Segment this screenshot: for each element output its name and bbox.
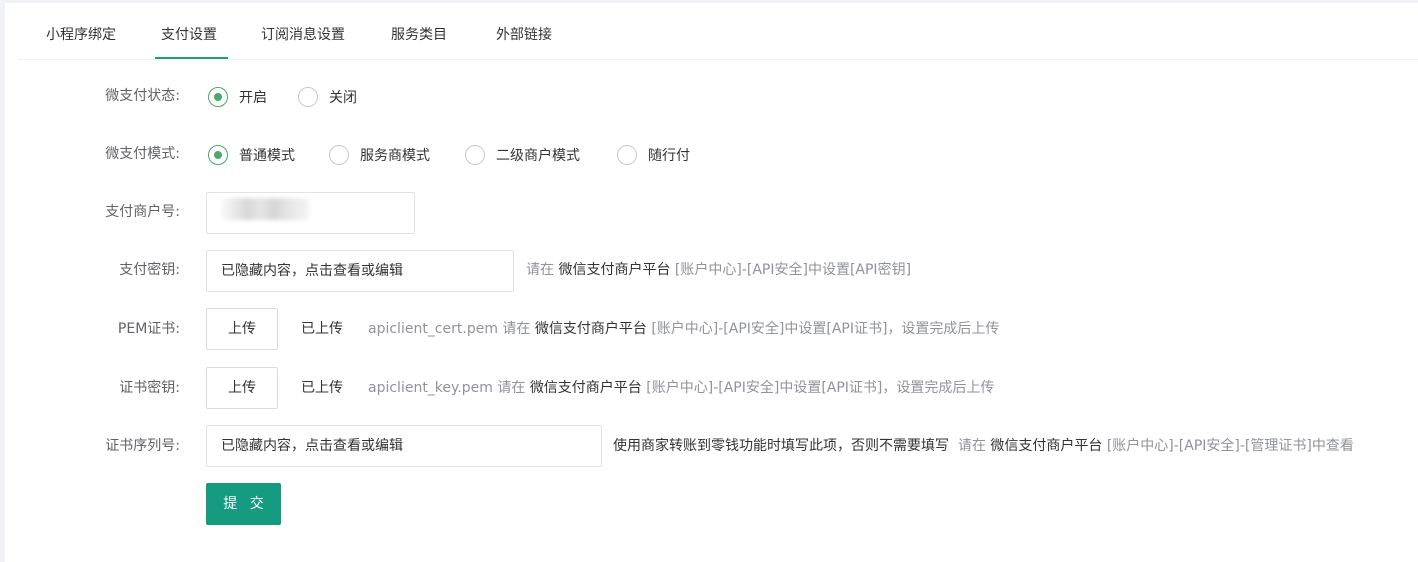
hint-suffix: [账户中心]-[API安全]中设置[API证书]，设置完成后上传	[646, 380, 995, 396]
pem-cert-hint: apiclient_cert.pem 请在 微信支付商户平台 [账户中心]-[A…	[368, 318, 999, 340]
pem-cert-label: PEM证书:	[117, 321, 180, 337]
cert-serial-hint: 使用商家转账到零钱功能时填写此项，否则不需要填写 请在 微信支付商户平台 [账户…	[613, 435, 1354, 457]
hint-platform-link[interactable]: 微信支付商户平台	[558, 262, 670, 278]
cert-serial-input[interactable]: 已隐藏内容，点击查看或编辑	[206, 425, 602, 467]
radio-label: 开启	[239, 90, 267, 106]
radio-label: 服务商模式	[360, 148, 430, 164]
pem-cert-status: 已上传	[301, 321, 343, 337]
tab-payment-settings[interactable]: 支付设置	[161, 23, 217, 47]
hint-prefix: 请在	[957, 438, 986, 454]
hint-suffix: [账户中心]-[API安全]中设置[API密钥]	[674, 262, 912, 278]
hint-suffix: [账户中心]-[API安全]中设置[API证书]，设置完成后上传	[651, 321, 1000, 337]
pay-key-label: 支付密钥:	[119, 262, 180, 278]
radio-label: 二级商户模式	[496, 148, 580, 164]
pay-mode-label: 微支付模式:	[105, 146, 180, 162]
pay-status-close-radio[interactable]: 关闭	[298, 85, 357, 109]
tab-miniprogram-binding[interactable]: 小程序绑定	[46, 23, 116, 47]
hint-platform-link[interactable]: 微信支付商户平台	[990, 438, 1102, 454]
hint-platform-link[interactable]: 微信支付商户平台	[530, 380, 642, 396]
cert-key-upload-button[interactable]: 上传	[206, 367, 278, 409]
radio-unchecked-icon	[298, 87, 318, 107]
tab-subscription-messages[interactable]: 订阅消息设置	[261, 23, 345, 47]
pem-cert-upload-button[interactable]: 上传	[206, 308, 278, 350]
cert-serial-note: 使用商家转账到零钱功能时填写此项，否则不需要填写	[613, 438, 949, 454]
tab-service-categories[interactable]: 服务类目	[391, 23, 447, 47]
hint-platform-link[interactable]: 微信支付商户平台	[535, 321, 647, 337]
cert-key-hint: apiclient_key.pem 请在 微信支付商户平台 [账户中心]-[AP…	[368, 377, 994, 399]
pay-mode-normal-radio[interactable]: 普通模式	[208, 143, 295, 167]
radio-unchecked-icon	[465, 145, 485, 165]
hint-prefix: apiclient_cert.pem 请在	[368, 321, 531, 337]
submit-button[interactable]: 提 交	[206, 483, 281, 525]
cert-serial-label: 证书序列号:	[105, 438, 180, 454]
pay-key-input[interactable]: 已隐藏内容，点击查看或编辑	[206, 250, 514, 292]
pay-key-hint: 请在 微信支付商户平台 [账户中心]-[API安全]中设置[API密钥]	[526, 259, 911, 281]
tab-external-links[interactable]: 外部链接	[496, 23, 552, 47]
radio-checked-icon	[208, 87, 228, 107]
radio-label: 普通模式	[239, 148, 295, 164]
cert-key-status: 已上传	[301, 380, 343, 396]
hint-prefix: 请在	[526, 262, 554, 278]
tabs-divider	[18, 59, 1418, 60]
pay-status-open-radio[interactable]: 开启	[208, 85, 267, 109]
radio-checked-icon	[208, 145, 228, 165]
radio-label: 随行付	[648, 148, 690, 164]
pay-mode-secondary-merchant-radio[interactable]: 二级商户模式	[465, 143, 580, 167]
blurred-merchant-id	[221, 198, 309, 220]
pay-mode-suixingfu-radio[interactable]: 随行付	[617, 143, 690, 167]
hint-suffix: [账户中心]-[API安全]-[管理证书]中查看	[1106, 438, 1354, 454]
radio-label: 关闭	[329, 90, 357, 106]
hint-prefix: apiclient_key.pem 请在	[368, 380, 526, 396]
merchant-id-label: 支付商户号:	[105, 204, 180, 220]
radio-unchecked-icon	[329, 145, 349, 165]
pay-status-label: 微支付状态:	[105, 88, 180, 104]
cert-key-label: 证书密钥:	[119, 380, 180, 396]
pay-mode-service-provider-radio[interactable]: 服务商模式	[329, 143, 430, 167]
tab-bar: 小程序绑定 支付设置 订阅消息设置 服务类目 外部链接	[5, 3, 1418, 60]
radio-unchecked-icon	[617, 145, 637, 165]
